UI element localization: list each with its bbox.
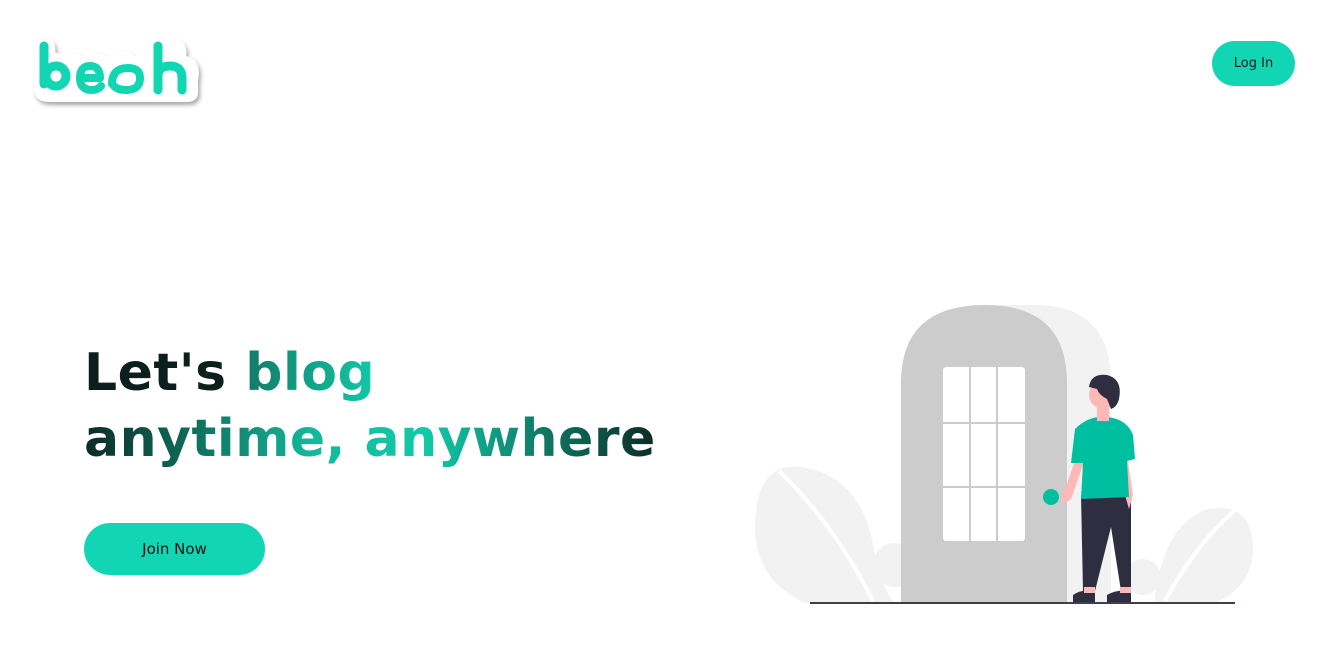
door-knob bbox=[1043, 489, 1059, 505]
person-at-door-illustration bbox=[755, 305, 1254, 604]
headline-blog: blog bbox=[245, 343, 376, 403]
headline-line-2: anytime, anywhere bbox=[84, 406, 656, 472]
landing-page: Log In Let's blog anytime, anywhere Join… bbox=[0, 0, 1321, 648]
hero-headline: Let's blog anytime, anywhere bbox=[84, 340, 656, 472]
besh-logo[interactable] bbox=[30, 34, 210, 114]
door-window bbox=[943, 367, 1025, 541]
headline-line-1: Let's blog bbox=[84, 340, 656, 406]
right-plant-icon bbox=[1125, 508, 1254, 603]
left-plant-icon bbox=[755, 466, 895, 603]
login-button[interactable]: Log In bbox=[1212, 41, 1295, 86]
join-now-button[interactable]: Join Now bbox=[84, 523, 265, 575]
headline-lets: Let's bbox=[84, 343, 227, 403]
